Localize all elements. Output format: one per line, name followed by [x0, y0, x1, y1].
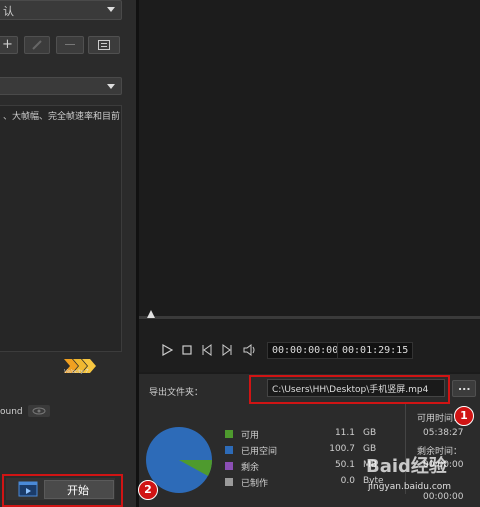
legend-swatch [225, 430, 233, 438]
stop-icon[interactable] [181, 344, 193, 356]
legend-swatch [225, 462, 233, 470]
export-folder-path: C:\Users\HH\Desktop\手机竖屏.mp4 [272, 385, 429, 395]
disk-legend-row: 可用 11.1 GB [225, 428, 385, 442]
playhead-marker[interactable] [146, 309, 156, 319]
profile-dropdown-value: 认 [3, 5, 14, 18]
left-panel: 认 + 、大帧幅、完全帧速率和目前 Velocity 7 ound 开始 [0, 0, 136, 507]
legend-value: 11.1 [334, 428, 355, 438]
duration-timecode: 00:01:29:15 [337, 342, 414, 359]
disk-legend-row: 剩余 50.1 MB [225, 460, 385, 474]
remove-button[interactable] [56, 36, 84, 54]
list-icon [98, 40, 110, 50]
browse-button-label: ... [458, 380, 471, 393]
sound-label: ound [0, 407, 23, 417]
profile-description: 、大帧幅、完全帧速率和目前 [3, 112, 121, 122]
pencil-icon [32, 40, 42, 50]
watermark-url: jingyan.baidu.com [368, 482, 452, 492]
previous-frame-icon[interactable] [201, 344, 213, 356]
export-folder-label: 导出文件夹： [149, 388, 204, 398]
legend-label: 已制作 [241, 479, 269, 489]
format-dropdown[interactable] [0, 77, 122, 95]
preview-toggle[interactable] [28, 405, 50, 417]
export-folder-input[interactable]: C:\Users\HH\Desktop\手机竖屏.mp4 [267, 379, 445, 397]
chevron-down-icon [107, 7, 115, 12]
annotation-badge-2: 2 [138, 480, 158, 500]
legend-unit: GB [363, 428, 377, 438]
start-button-label: 开始 [67, 484, 89, 497]
legend-swatch [225, 446, 233, 454]
video-file-icon [18, 481, 38, 497]
video-preview [139, 0, 480, 320]
vertical-divider [405, 404, 406, 494]
play-icon[interactable] [161, 344, 173, 356]
legend-label: 已用空间 [241, 447, 278, 457]
disk-legend-row: 已制作 0.0 Byte [225, 476, 385, 490]
edit-button[interactable] [24, 36, 50, 54]
profile-description-box: 、大帧幅、完全帧速率和目前 [0, 105, 122, 352]
legend-value: 100.7 [329, 444, 355, 454]
disk-legend-row: 已用空间 100.7 GB [225, 444, 385, 458]
browse-button[interactable]: ... [452, 380, 476, 397]
start-button[interactable]: 开始 [6, 478, 115, 500]
velocity-label: Velocity 7 [64, 369, 89, 375]
velocity-logo: Velocity 7 [64, 357, 120, 377]
produced-time-value: 00:00:00 [423, 492, 464, 502]
next-frame-icon[interactable] [221, 344, 233, 356]
available-time-value: 05:38:27 [423, 428, 464, 438]
volume-icon[interactable] [243, 344, 257, 356]
legend-label: 可用 [241, 431, 260, 441]
profile-dropdown[interactable]: 认 [0, 0, 122, 20]
legend-value: 0.0 [340, 476, 355, 486]
annotation-badge-1: 1 [454, 406, 474, 426]
legend-value: 50.1 [334, 460, 355, 470]
eye-icon [32, 407, 46, 415]
legend-swatch [225, 478, 233, 486]
add-icon: + [2, 37, 13, 52]
watermark-logo: Baid经验 [366, 456, 447, 477]
minus-icon [65, 44, 75, 45]
player-controls: 00:00:00:00 00:01:29:15 [139, 320, 480, 372]
current-timecode: 00:00:00:00 [267, 342, 344, 359]
start-button-face[interactable]: 开始 [44, 480, 114, 499]
details-button[interactable] [88, 36, 120, 54]
chevron-down-icon [107, 84, 115, 89]
add-button[interactable]: + [0, 36, 18, 54]
timeline-scrubber[interactable] [139, 316, 480, 319]
legend-label: 剩余 [241, 463, 260, 473]
